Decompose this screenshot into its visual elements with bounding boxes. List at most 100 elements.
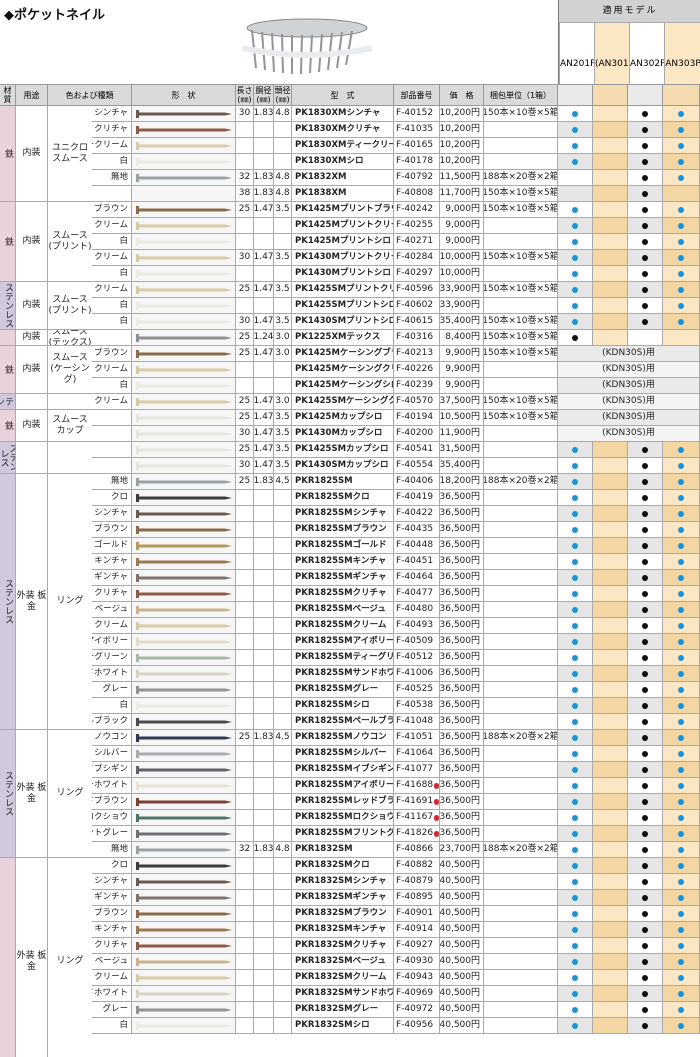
model-compat-cell [558, 874, 593, 890]
black-dot-icon [642, 206, 648, 213]
pack-unit-cell [484, 586, 558, 602]
nail-icon [135, 781, 232, 790]
part-number-cell: F-40570 [394, 394, 440, 410]
nail-shape-cell [132, 490, 236, 506]
nail-icon [135, 973, 232, 982]
black-dot-icon [642, 558, 648, 565]
pack-unit-cell [484, 682, 558, 698]
dimension-cell-len: 25 [236, 282, 254, 298]
model-compat-cell [663, 570, 700, 586]
color-name-cell: 無地 [92, 842, 132, 858]
model-compat-cell [593, 122, 628, 138]
model-compat-cell [663, 762, 700, 778]
pack-unit-cell [484, 666, 558, 682]
part-number-cell: F-41688 [394, 778, 440, 794]
blue-dot-icon [572, 654, 578, 661]
pack-unit-cell: 188本×20巻×2箱 [484, 730, 558, 746]
part-number: F-40435 [396, 524, 434, 534]
nail-shape-cell [132, 442, 236, 458]
model-compat-cell [593, 522, 628, 538]
blue-dot-icon [678, 830, 684, 837]
model-compat-cell [628, 122, 663, 138]
dimension-cell-shank [254, 378, 274, 394]
dimension-cell-len: 30 [236, 250, 254, 266]
color-name-cell: シンチャ [92, 874, 132, 890]
column-header-price: 価 格 [440, 84, 484, 106]
color-name-cell: 無地 [92, 170, 132, 186]
part-number: F-40477 [396, 588, 434, 598]
part-number: F-40930 [396, 956, 434, 966]
price-cell: 35,400円 [440, 314, 484, 330]
part-number: F-40914 [396, 924, 434, 934]
nail-icon [135, 1005, 232, 1014]
nail-shape-cell [132, 202, 236, 218]
kdn-note-cell: (KDN30S)用 [558, 410, 700, 426]
pack-unit-cell [484, 618, 558, 634]
dimension-cell-shank [254, 698, 274, 714]
dimension-cell-len: 32 [236, 170, 254, 186]
pack-unit-cell [484, 506, 558, 522]
color-name-cell: 白 [92, 314, 132, 330]
nail-shape-cell [132, 730, 236, 746]
model-compat-cell [593, 858, 628, 874]
blue-dot-icon [572, 1006, 578, 1013]
part-number-cell: F-40194 [394, 410, 440, 426]
nail-icon [135, 605, 232, 614]
model-compat-cell [558, 538, 593, 554]
black-dot-icon [642, 606, 648, 613]
type-cell: リング [48, 474, 92, 730]
model-cell: PKR1832SMクリチャ [292, 938, 394, 954]
price-cell: 36,500円 [440, 522, 484, 538]
nail-shape-cell [132, 186, 236, 202]
dimension-cell-head [274, 938, 292, 954]
dimension-cell-head: 4.8 [274, 842, 292, 858]
part-number: F-40178 [396, 156, 434, 166]
model-compat-cell [558, 954, 593, 970]
pack-unit-cell [484, 874, 558, 890]
model-compat-cell [593, 570, 628, 586]
model-compat-cell [593, 874, 628, 890]
black-dot-icon [642, 910, 648, 917]
blue-dot-icon [572, 670, 578, 677]
model-compat-cell [663, 666, 700, 682]
black-dot-icon [642, 590, 648, 597]
model-cell: PK1225XMテックス [292, 330, 394, 346]
dimension-cell-head: 3.5 [274, 426, 292, 442]
blue-dot-icon [572, 270, 578, 277]
nail-shape-cell [132, 810, 236, 826]
dimension-cell-head [274, 378, 292, 394]
part-number-cell: F-40493 [394, 618, 440, 634]
part-number-cell: F-40242 [394, 202, 440, 218]
dimension-cell-head [274, 154, 292, 170]
color-name-cell: クリーム [92, 218, 132, 234]
dimension-cell-shank [254, 362, 274, 378]
dimension-cell-len [236, 890, 254, 906]
use-cell [16, 442, 48, 474]
part-number-cell: F-40316 [394, 330, 440, 346]
price-cell: 36,500円 [440, 794, 484, 810]
dimension-cell-shank: 1.47 [254, 250, 274, 266]
material-cell [0, 858, 16, 1057]
model-cell: PK1425Mプリントクリーム [292, 218, 394, 234]
model-compat-cell [593, 986, 628, 1002]
model-compat-cell [628, 842, 663, 858]
dimension-cell-shank [254, 522, 274, 538]
model-compat-cell [628, 602, 663, 618]
model-compat-cell [663, 298, 700, 314]
model-compat-cell [663, 714, 700, 730]
dimension-cell-len [236, 554, 254, 570]
dimension-cell-len [236, 234, 254, 250]
nail-icon [135, 493, 232, 502]
dimension-cell-head [274, 570, 292, 586]
model-cell: PKR1825SMベージュ [292, 602, 394, 618]
part-number: F-40808 [396, 188, 434, 198]
part-number: F-40895 [396, 892, 434, 902]
part-number: F-40152 [396, 108, 434, 118]
nail-icon [135, 669, 232, 678]
nail-icon [135, 621, 232, 630]
dimension-cell-len [236, 586, 254, 602]
black-dot-icon [642, 894, 648, 901]
model-compat-cell [663, 538, 700, 554]
pack-unit-cell [484, 362, 558, 378]
nail-shape-cell [132, 1002, 236, 1018]
